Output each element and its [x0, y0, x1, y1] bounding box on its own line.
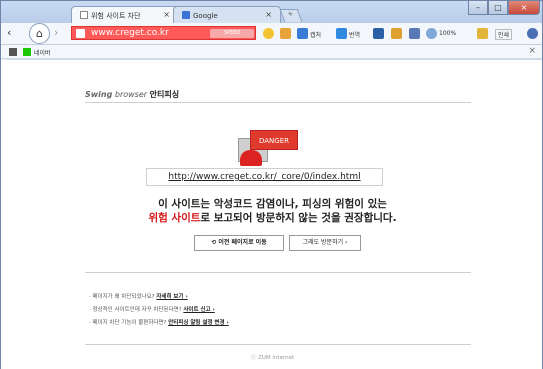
link-prefix: · 정상적인 사이트인데 자꾸 차단된다면? — [89, 307, 184, 313]
naver-icon — [23, 48, 31, 56]
close-tab-icon[interactable]: × — [265, 10, 272, 19]
list-item: · 페이지 차단 기능이 불편하다면? 안티피싱 알림 설정 변경 › — [89, 318, 229, 326]
page-icon — [80, 11, 88, 19]
bottom-divider — [85, 344, 471, 345]
zoom-level[interactable]: 100% — [439, 30, 456, 37]
brand-logo: Swing browser 안티피싱 — [85, 89, 179, 100]
capture-label[interactable]: 캡처 — [310, 30, 321, 39]
danger-label: DANGER — [250, 130, 298, 150]
zoom-icon[interactable] — [426, 28, 437, 39]
details-link[interactable]: 자세히 보기 › — [156, 294, 187, 300]
tab-blocked-site[interactable]: 위험 사이트 차단 × — [71, 6, 179, 23]
google-icon — [182, 11, 190, 19]
tab-google[interactable]: Google × — [173, 6, 281, 23]
alert-settings-link[interactable]: 안티피싱 알림 설정 변경 › — [168, 320, 229, 326]
brand-name: Swing — [85, 90, 113, 99]
go-back-button[interactable]: ⟲ 이전 페이지로 이동 — [194, 235, 284, 251]
blocked-url: http://www.creget.co.kr/_core/0/index.ht… — [146, 168, 383, 186]
brand-sub: 안티피싱 — [149, 90, 180, 99]
window-controls: – □ × — [468, 1, 540, 17]
star-icon[interactable] — [263, 28, 274, 39]
middle-divider — [85, 272, 471, 273]
proceed-anyway-button[interactable]: 그래도 방문하기 › — [289, 235, 361, 251]
help-links: · 페이지가 왜 차단되었나요? 자세히 보기 › · 정상적인 사이트인데 자… — [89, 292, 229, 331]
browser-window: 위험 사이트 차단 × Google × + – □ × ‹ ⌂ › www.c… — [0, 0, 543, 369]
new-tab-button[interactable]: + — [279, 9, 303, 22]
tab-label: Google — [193, 12, 218, 20]
danger-illustration: DANGER — [230, 130, 300, 172]
minimize-button[interactable]: – — [468, 1, 488, 15]
save-icon[interactable] — [373, 28, 384, 39]
history-icon[interactable] — [391, 28, 402, 39]
warning-message-line1: 이 사이트는 악성코드 감염이나, 피싱의 위험이 있는 — [158, 198, 387, 210]
page-icon — [76, 29, 85, 38]
address-url: www.creget.co.kr — [91, 28, 169, 38]
address-bar[interactable]: www.creget.co.kr SPEED — [71, 26, 256, 40]
monitor-icon[interactable] — [409, 28, 420, 39]
list-item: · 페이지가 왜 차단되었나요? 자세히 보기 › — [89, 292, 229, 300]
warning-message-line2: 위험 사이트로 보고되어 방문하지 않는 것을 권장합니다. — [1, 210, 543, 225]
list-item: · 정상적인 사이트인데 자꾸 차단된다면? 사이트 신고 › — [89, 305, 229, 313]
brand-suffix: browser — [112, 90, 150, 99]
siren-icon — [240, 150, 262, 166]
forward-arrow-icon[interactable]: › — [54, 26, 58, 39]
maximize-button[interactable]: □ — [488, 1, 508, 15]
toolbar: ‹ ⌂ › www.creget.co.kr SPEED 캡처 번역 100% … — [1, 23, 542, 45]
warning-page: Swing browser 안티피싱 DANGER http://www.cre… — [1, 60, 542, 369]
capture-icon[interactable] — [297, 28, 308, 39]
key-icon[interactable] — [280, 28, 291, 39]
close-bar-icon[interactable]: × — [528, 46, 536, 56]
top-divider — [85, 102, 471, 103]
danger-site-text: 위험 사이트 — [148, 212, 201, 224]
translate-label[interactable]: 번역 — [349, 30, 360, 39]
close-window-button[interactable]: × — [508, 1, 540, 15]
link-prefix: · 페이지가 왜 차단되었나요? — [89, 294, 157, 300]
tab-strip: 위험 사이트 차단 × Google × + – □ × — [1, 1, 542, 23]
home-button[interactable]: ⌂ — [29, 23, 50, 44]
close-tab-icon[interactable]: × — [163, 10, 170, 19]
translate-icon[interactable] — [336, 28, 347, 39]
bookmark-menu-icon[interactable] — [9, 48, 17, 56]
footer-copyright: ⓒ ZUM internet — [250, 355, 295, 361]
bookmark-naver[interactable]: 네이버 — [34, 48, 51, 57]
link-prefix: · 페이지 차단 기능이 불편하다면? — [89, 320, 169, 326]
bookmarks-bar: 네이버 × — [1, 45, 542, 59]
tab-label: 위험 사이트 차단 — [91, 12, 141, 20]
report-site-link[interactable]: 사이트 신고 › — [183, 307, 214, 313]
print-button[interactable]: 인쇄 — [495, 29, 513, 40]
warning-message-rest: 로 보고되어 방문하지 않는 것을 권장합니다. — [200, 212, 397, 224]
back-arrow-icon[interactable]: ‹ — [7, 26, 11, 39]
apps-grid-icon[interactable] — [477, 28, 488, 39]
plus-icon: + — [286, 10, 295, 18]
home-icon: ⌂ — [36, 27, 43, 40]
speed-badge[interactable]: SPEED — [210, 29, 254, 38]
settings-icon[interactable] — [527, 28, 538, 39]
